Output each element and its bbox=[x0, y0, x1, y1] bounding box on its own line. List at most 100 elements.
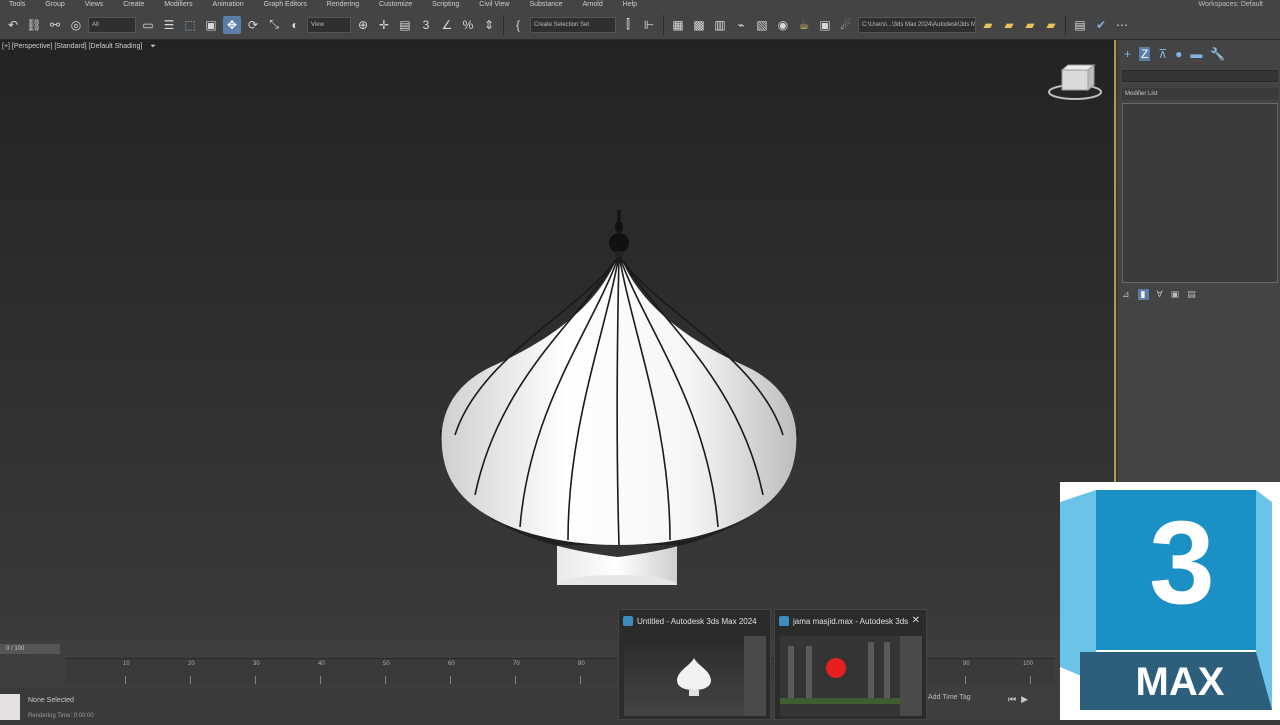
prompt-line: Rendering Time: 0:00:00 bbox=[28, 713, 94, 719]
workspace-label[interactable]: Workspaces: Default bbox=[1190, 0, 1272, 10]
perspective-viewport[interactable]: [+] [Perspective] [Standard] [Default Sh… bbox=[0, 40, 1116, 640]
prev-key-icon[interactable]: ⏮ bbox=[1008, 694, 1016, 705]
make-unique-icon[interactable]: ∀ bbox=[1157, 289, 1163, 300]
angle-snap-icon[interactable]: ∠ bbox=[438, 16, 456, 34]
selection-filter-dropdown[interactable]: All bbox=[88, 16, 136, 33]
percent-snap-icon[interactable]: % bbox=[459, 16, 477, 34]
onion-dome-thumbnail bbox=[677, 658, 711, 696]
render-setup-icon[interactable]: ☕ bbox=[795, 16, 813, 34]
hierarchy-tab-icon[interactable]: ⊼ bbox=[1158, 47, 1167, 61]
rect-selection-icon[interactable]: ⬚ bbox=[181, 16, 199, 34]
select-manipulate-icon[interactable]: ✛ bbox=[375, 16, 393, 34]
curve-editor-icon[interactable]: ⌁ bbox=[732, 16, 750, 34]
scale-icon[interactable]: ⤡ bbox=[265, 16, 283, 34]
select-by-name-icon[interactable]: ☰ bbox=[160, 16, 178, 34]
workspace-path-dropdown[interactable]: C:\Users\...\3ds Max 2024\Autodesk\3ds M… bbox=[858, 16, 976, 33]
onion-dome-model[interactable] bbox=[400, 165, 840, 585]
layer-explorer-icon[interactable]: ▦ bbox=[669, 16, 687, 34]
create-tab-icon[interactable]: + bbox=[1124, 47, 1131, 61]
timeline-tick-label: 20 bbox=[188, 661, 195, 667]
modifier-list-dropdown[interactable]: Modifier List bbox=[1122, 88, 1278, 100]
viewcube-icon[interactable] bbox=[1046, 62, 1104, 102]
open-folder-icon[interactable]: ▰ bbox=[979, 16, 997, 34]
save-folder-icon[interactable]: ▰ bbox=[1021, 16, 1039, 34]
show-end-result-icon[interactable]: ▮ bbox=[1137, 288, 1149, 300]
autodesk-account-icon[interactable]: ▤ bbox=[1071, 16, 1089, 34]
unlink-icon[interactable]: ⚯ bbox=[46, 16, 64, 34]
maxscript-listener-swatch[interactable] bbox=[0, 694, 20, 720]
funnel-icon[interactable]: ⏷ bbox=[150, 43, 156, 50]
scene-explorer-icon[interactable]: ▩ bbox=[690, 16, 708, 34]
link-icon[interactable]: ⛓ bbox=[25, 16, 43, 34]
menu-customize[interactable]: Customize bbox=[370, 0, 421, 10]
align-icon[interactable]: ⊩ bbox=[640, 16, 658, 34]
menu-views[interactable]: Views bbox=[76, 0, 113, 10]
edit-named-sets-icon[interactable]: { bbox=[509, 16, 527, 34]
play-icon[interactable]: ▶ bbox=[1021, 694, 1028, 705]
menu-create[interactable]: Create bbox=[114, 0, 153, 10]
menu-graph-editors[interactable]: Graph Editors bbox=[255, 0, 316, 10]
ref-coord-dropdown[interactable]: View bbox=[307, 16, 351, 33]
menu-modifiers[interactable]: Modifiers bbox=[155, 0, 201, 10]
taskbar-preview-untitled[interactable]: Untitled - Autodesk 3ds Max 2024 bbox=[618, 609, 771, 720]
timeline-tick-label: 60 bbox=[448, 661, 455, 667]
toolbar-separator bbox=[1065, 14, 1066, 35]
status-bar: None Selected Rendering Time: 0:00:00 bbox=[0, 688, 620, 720]
menu-tools[interactable]: Tools bbox=[0, 0, 34, 10]
3dsmax-app-icon bbox=[623, 616, 633, 626]
timeline-tick bbox=[125, 676, 126, 684]
material-editor-icon[interactable]: ◉ bbox=[774, 16, 792, 34]
keyboard-shortcut-icon[interactable]: ▤ bbox=[396, 16, 414, 34]
timeline-tick-label: 90 bbox=[963, 661, 970, 667]
check-icon[interactable]: ✔ bbox=[1092, 16, 1110, 34]
pin-stack-icon[interactable]: ⊿ bbox=[1122, 289, 1130, 300]
select-object-icon[interactable]: ▭ bbox=[139, 16, 157, 34]
add-time-tag[interactable]: Add Time Tag bbox=[928, 694, 971, 701]
timeline-tick-label: 80 bbox=[578, 661, 585, 667]
menu-scripting[interactable]: Scripting bbox=[423, 0, 468, 10]
taskbar-thumbnail bbox=[624, 636, 766, 716]
named-selection-dropdown[interactable]: Create Selection Set bbox=[530, 16, 616, 33]
menu-arnold[interactable]: Arnold bbox=[573, 0, 611, 10]
menu-help[interactable]: Help bbox=[614, 0, 646, 10]
taskbar-preview-jama-masjid[interactable]: jama masjid.max - Autodesk 3ds Max ✕ bbox=[774, 609, 927, 720]
utilities-tab-icon[interactable]: 🔧 bbox=[1210, 47, 1225, 61]
window-crossing-icon[interactable]: ▣ bbox=[202, 16, 220, 34]
viewport-label[interactable]: [+] [Perspective] [Standard] [Default Sh… bbox=[2, 43, 156, 51]
export-folder-icon[interactable]: ▰ bbox=[1042, 16, 1060, 34]
project-folder-icon[interactable]: ▰ bbox=[1000, 16, 1018, 34]
render-icon[interactable]: ☄ bbox=[837, 16, 855, 34]
placement-icon[interactable]: ◐ bbox=[286, 16, 304, 34]
3dsmax-app-icon bbox=[779, 616, 789, 626]
modify-tab-icon[interactable]: Z bbox=[1139, 47, 1151, 61]
timeline-tick-label: 50 bbox=[383, 661, 390, 667]
menu-group[interactable]: Group bbox=[36, 0, 73, 10]
snap-3-icon[interactable]: 3 bbox=[417, 16, 435, 34]
close-icon[interactable]: ✕ bbox=[912, 615, 920, 626]
modifier-stack[interactable] bbox=[1122, 103, 1278, 283]
motion-tab-icon[interactable]: ● bbox=[1175, 47, 1182, 61]
menu-civil-view[interactable]: Civil View bbox=[470, 0, 518, 10]
pivot-center-icon[interactable]: ⊕ bbox=[354, 16, 372, 34]
rendered-frame-icon[interactable]: ▣ bbox=[816, 16, 834, 34]
object-name-field[interactable] bbox=[1122, 70, 1278, 82]
display-tab-icon[interactable]: ▬ bbox=[1190, 47, 1202, 61]
mirror-icon[interactable]: ⫿ bbox=[619, 16, 637, 34]
extra-icon[interactable]: ⋯ bbox=[1113, 16, 1131, 34]
remove-modifier-icon[interactable]: ▣ bbox=[1171, 289, 1180, 300]
undo-icon[interactable]: ↶ bbox=[4, 16, 22, 34]
spinner-snap-icon[interactable]: ⇕ bbox=[480, 16, 498, 34]
taskbar-preview-title: Untitled - Autodesk 3ds Max 2024 bbox=[619, 610, 770, 632]
menu-animation[interactable]: Animation bbox=[204, 0, 253, 10]
configure-sets-icon[interactable]: ▤ bbox=[1187, 289, 1196, 300]
menu-rendering[interactable]: Rendering bbox=[318, 0, 368, 10]
move-icon[interactable]: ✥ bbox=[223, 15, 241, 34]
time-slider[interactable]: 0 / 100 bbox=[0, 644, 60, 654]
menu-substance[interactable]: Substance bbox=[520, 0, 571, 10]
schematic-view-icon[interactable]: ▧ bbox=[753, 16, 771, 34]
ribbon-icon[interactable]: ▥ bbox=[711, 16, 729, 34]
command-panel-tabs: + Z ⊼ ● ▬ 🔧 bbox=[1118, 40, 1280, 68]
bind-spacewarp-icon[interactable]: ◎ bbox=[67, 16, 85, 34]
main-toolbar: ↶ ⛓ ⚯ ◎ All ▭ ☰ ⬚ ▣ ✥ ⟳ ⤡ ◐ View ⊕ ✛ ▤ 3… bbox=[0, 10, 1280, 40]
rotate-icon[interactable]: ⟳ bbox=[244, 16, 262, 34]
